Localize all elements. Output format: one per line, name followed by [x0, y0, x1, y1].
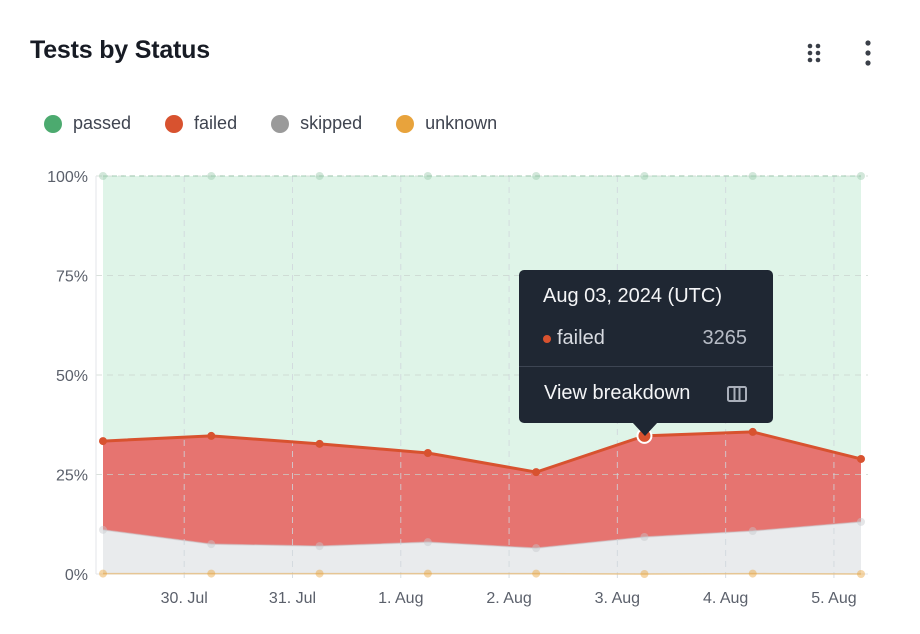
x-tick-label: 30. Jul [161, 590, 208, 607]
point-failed [532, 468, 541, 477]
chart-tooltip: Aug 03, 2024 (UTC) failed 3265 View brea… [519, 270, 773, 436]
point-failed [207, 431, 216, 440]
view-breakdown-button[interactable]: View breakdown [544, 382, 747, 405]
point-skipped [315, 542, 324, 551]
stacked-area-chart: 0% 25% 50% 75% 100% 30. Jul 31. Jul 1. Aug 2. Au… [47, 169, 868, 607]
point-failed [99, 437, 107, 446]
point-skipped [423, 538, 432, 547]
point-skipped [748, 527, 757, 536]
tooltip-series-name: failed [557, 327, 605, 349]
point-skipped [640, 532, 649, 541]
point-skipped [857, 517, 865, 526]
point-unknown [640, 570, 649, 578]
point-passed [640, 172, 649, 180]
point-passed [207, 172, 216, 180]
point-failed [315, 439, 324, 448]
tooltip-date: Aug 03, 2024 (UTC) [543, 285, 722, 307]
point-failed [857, 454, 865, 463]
point-unknown [748, 569, 757, 578]
y-tick-label: 100% [47, 169, 88, 186]
point-failed [423, 449, 432, 458]
y-tick-label: 75% [56, 269, 88, 286]
x-tick-label: 2. Aug [486, 590, 531, 607]
point-unknown [532, 569, 541, 578]
point-passed [99, 172, 107, 180]
y-tick-label: 0% [65, 567, 88, 584]
x-tick-label: 31. Jul [269, 590, 316, 607]
tooltip-divider [519, 366, 773, 367]
point-unknown [315, 569, 324, 578]
y-tick-label: 25% [56, 468, 88, 485]
point-failed [748, 427, 757, 436]
y-tick-label: 50% [56, 368, 88, 385]
point-skipped [207, 540, 216, 549]
point-passed [748, 172, 757, 180]
x-tick-label: 5. Aug [811, 590, 856, 607]
point-passed [857, 172, 865, 180]
point-unknown [207, 569, 216, 578]
tooltip-series-value: 3265 [702, 327, 748, 349]
point-passed [315, 172, 324, 180]
x-tick-label: 4. Aug [703, 590, 748, 607]
point-skipped [99, 525, 107, 534]
point-passed [532, 172, 541, 180]
x-tick-label: 3. Aug [595, 590, 640, 607]
point-unknown [857, 570, 865, 578]
tooltip-series-row: failed 3265 [543, 327, 747, 350]
point-passed [423, 172, 432, 180]
view-breakdown-label: View breakdown [544, 382, 691, 404]
x-tick-label: 1. Aug [378, 590, 423, 607]
point-skipped [532, 544, 541, 553]
point-unknown [423, 569, 432, 578]
point-unknown [99, 569, 107, 578]
columns-icon [727, 385, 747, 402]
tooltip-series-dot [543, 334, 551, 343]
